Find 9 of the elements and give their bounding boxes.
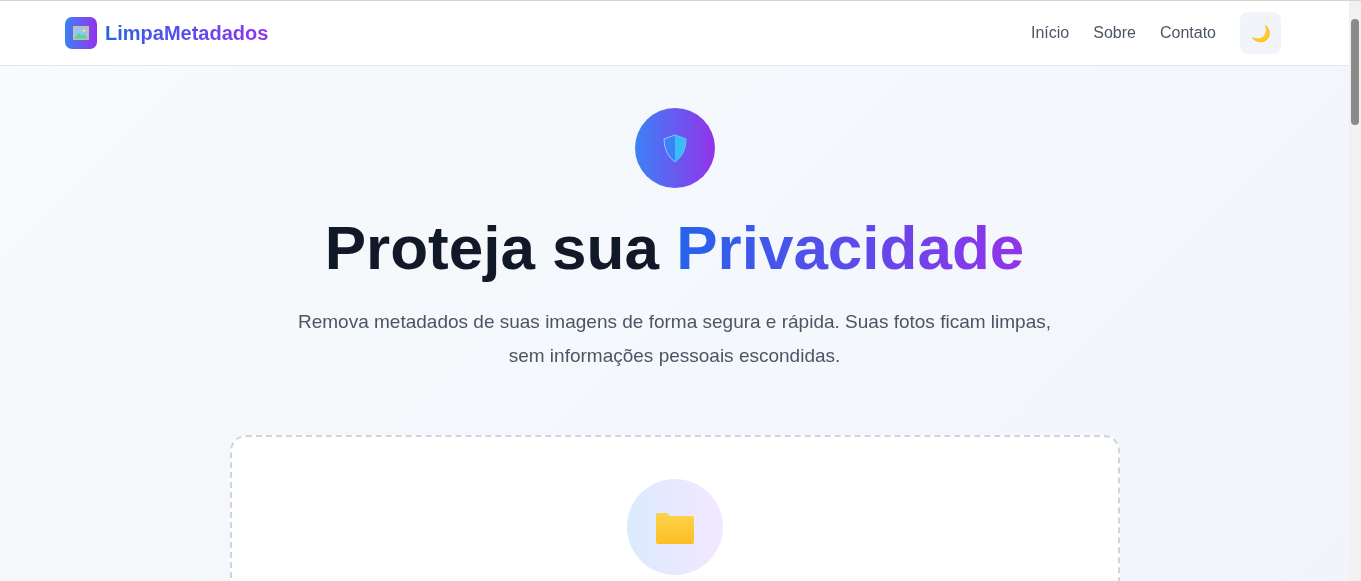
image-logo-icon xyxy=(65,17,97,49)
folder-icon xyxy=(626,479,723,576)
hero-heading: Proteja sua Privacidade xyxy=(324,212,1025,284)
nav-link[interactable]: Contato xyxy=(1159,24,1216,42)
scrollbar[interactable] xyxy=(1349,1,1361,581)
shield-badge-icon xyxy=(634,108,715,188)
nav-link[interactable]: Sobre xyxy=(1093,24,1136,42)
nav-link[interactable]: Início xyxy=(1031,24,1070,42)
hero-subtitle: Remova metadados de suas imagens de forma segura e rápida. Suas fotos ficam limpas, sem informações pessoais escondidas. xyxy=(297,310,1052,369)
